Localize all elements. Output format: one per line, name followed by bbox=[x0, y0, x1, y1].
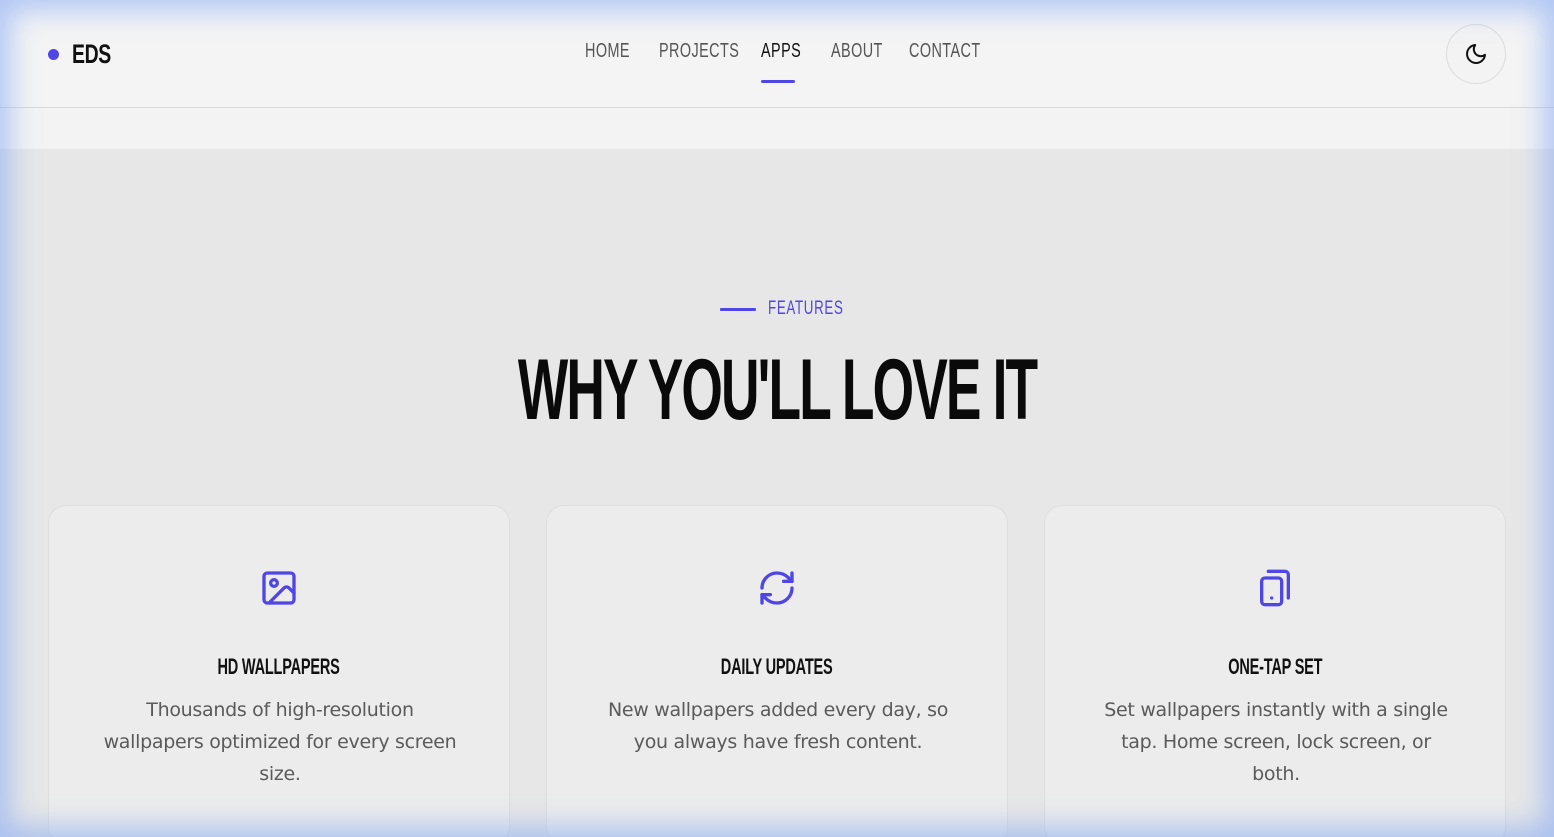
section-eyebrow: FEATURES bbox=[720, 297, 876, 321]
feature-card-hd-wallpapers: HD WALLPAPERS Thousands of high-resoluti… bbox=[48, 505, 510, 837]
nav-item-about[interactable]: ABOUT bbox=[831, 40, 883, 70]
logo[interactable]: EDS bbox=[48, 36, 126, 72]
logo-text: EDS bbox=[72, 38, 111, 69]
main-nav: HOME PROJECTS APPS ABOUT CONTACT bbox=[0, 0, 1554, 108]
header-band bbox=[0, 108, 1554, 149]
feature-description: Set wallpapers instantly with a single t… bbox=[1104, 699, 1448, 785]
headline-text: WHY YOU'LL LOVE IT bbox=[517, 342, 1038, 438]
refresh-icon bbox=[760, 571, 794, 605]
nav-item-contact[interactable]: CONTACT bbox=[909, 40, 981, 70]
feature-card-one-tap-set: ONE-TAP SET Set wallpapers instantly wit… bbox=[1044, 505, 1506, 837]
nav-item-apps[interactable]: APPS bbox=[761, 40, 801, 70]
nav-item-home[interactable]: HOME bbox=[585, 40, 630, 70]
feature-title: DAILY UPDATES bbox=[721, 654, 833, 679]
feature-title: ONE-TAP SET bbox=[1227, 654, 1323, 679]
logo-dot-icon bbox=[48, 48, 59, 60]
phone-icon bbox=[1260, 569, 1290, 607]
site-header: EDS HOME PROJECTS APPS ABOUT CONTACT bbox=[0, 0, 1554, 108]
section-headline: WHY YOU'LL LOVE IT bbox=[0, 340, 1554, 440]
moon-icon bbox=[1466, 44, 1486, 64]
feature-description: New wallpapers added every day, so you a… bbox=[607, 699, 949, 753]
feature-card-daily-updates: DAILY UPDATES New wallpapers added every… bbox=[546, 505, 1008, 837]
theme-toggle-button[interactable] bbox=[1446, 24, 1506, 84]
image-icon bbox=[262, 571, 296, 605]
feature-description: Thousands of high-resolution wallpapers … bbox=[103, 699, 457, 785]
nav-active-indicator bbox=[761, 80, 795, 83]
feature-title: HD WALLPAPERS bbox=[217, 654, 341, 679]
eyebrow-line bbox=[720, 307, 756, 311]
nav-item-projects[interactable]: PROJECTS bbox=[659, 40, 739, 70]
eyebrow-text: FEATURES bbox=[768, 298, 844, 319]
